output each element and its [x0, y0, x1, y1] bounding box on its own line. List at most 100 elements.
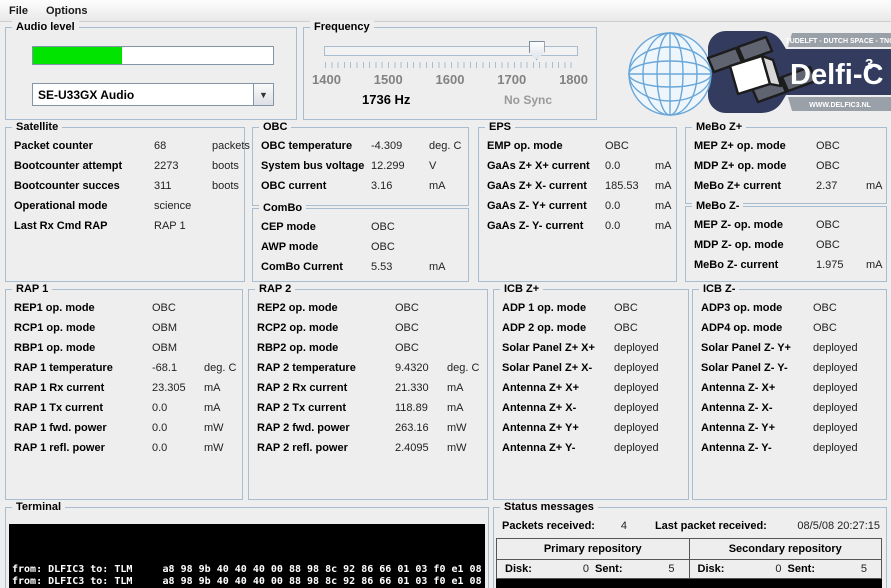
telemetry-value: 21.330 — [395, 382, 447, 394]
terminal-console[interactable]: from: DLFIC3 to: TLM a8 98 9b 40 40 40 0… — [9, 524, 485, 588]
telemetry-value: 185.53 — [605, 180, 655, 192]
telemetry-value: 263.16 — [395, 422, 447, 434]
telemetry-row: EMP op. mode OBC — [479, 136, 676, 156]
telemetry-row: Solar Panel Z+ X- deployed — [494, 358, 688, 378]
telemetry-row: OBC current 3.16 mA — [253, 176, 468, 196]
telemetry-value: deployed — [813, 442, 883, 454]
panel-combo: ComBo CEP mode OBC AWP mode OBC ComBo Cu… — [252, 208, 469, 282]
panel-icb-zplus: ICB Z+ ADP 1 op. mode OBC ADP 2 op. mode… — [493, 289, 689, 500]
telemetry-label: RAP 2 Rx current — [257, 382, 395, 394]
telemetry-unit: mA — [204, 382, 242, 394]
disk-value: 0 — [557, 563, 595, 575]
panel-icb-zminus: ICB Z- ADP3 op. mode OBC ADP4 op. mode O… — [692, 289, 887, 500]
telemetry-label: MDP Z- op. mode — [694, 239, 816, 251]
telemetry-label: Solar Panel Z- Y- — [701, 362, 813, 374]
telemetry-value: 23.305 — [152, 382, 204, 394]
secondary-repository-header: Secondary repository — [689, 539, 882, 560]
telemetry-row: ADP4 op. mode OBC — [693, 318, 886, 338]
menu-bar: File Options — [0, 0, 891, 22]
telemetry-row: Antenna Z+ Y+ deployed — [494, 418, 688, 438]
menu-file[interactable]: File — [0, 2, 37, 20]
telemetry-label: MDP Z+ op. mode — [694, 160, 816, 172]
telemetry-label: Last Rx Cmd RAP — [14, 220, 154, 232]
telemetry-unit: mW — [447, 442, 487, 454]
telemetry-value: RAP 1 — [154, 220, 212, 232]
telemetry-value: OBC — [816, 239, 866, 251]
telemetry-value: 3.16 — [371, 180, 429, 192]
disk-label: Disk: — [505, 563, 557, 575]
panel-terminal: Terminal from: DLFIC3 to: TLM a8 98 9b 4… — [5, 507, 489, 588]
telemetry-row: Last Rx Cmd RAP RAP 1 — [6, 216, 244, 236]
telemetry-row: GaAs Z- Y- current 0.0 mA — [479, 216, 676, 236]
panel-title: MeBo Z+ — [692, 120, 746, 134]
audio-device-value: SE-U33GX Audio — [33, 88, 253, 102]
telemetry-label: GaAs Z+ X+ current — [487, 160, 605, 172]
telemetry-row: RCP1 op. mode OBM — [6, 318, 242, 338]
telemetry-label: RCP2 op. mode — [257, 322, 395, 334]
telemetry-label: Antenna Z- Y+ — [701, 422, 813, 434]
telemetry-row: Antenna Z- Y- deployed — [693, 438, 886, 458]
telemetry-label: ADP3 op. mode — [701, 302, 813, 314]
telemetry-value: OBC — [395, 322, 447, 334]
audio-device-select[interactable]: SE-U33GX Audio ▼ — [32, 83, 274, 106]
telemetry-label: ComBo Current — [261, 261, 371, 273]
telemetry-value: 311 — [154, 180, 212, 192]
telemetry-row: REP1 op. mode OBC — [6, 298, 242, 318]
panel-title: EPS — [485, 120, 515, 134]
telemetry-row: RAP 1 fwd. power 0.0 mW — [6, 418, 242, 438]
telemetry-value: OBC — [371, 241, 429, 253]
telemetry-unit: mA — [655, 200, 676, 212]
telemetry-unit: mA — [447, 382, 487, 394]
telemetry-value: OBC — [816, 160, 866, 172]
panel-title: ComBo — [259, 201, 306, 215]
menu-options[interactable]: Options — [37, 2, 97, 20]
telemetry-row: System bus voltage 12.299 V — [253, 156, 468, 176]
telemetry-unit: mA — [866, 180, 886, 192]
tick-label: 1700 — [497, 72, 526, 87]
telemetry-row: Operational mode science — [6, 196, 244, 216]
telemetry-value: OBC — [605, 140, 655, 152]
telemetry-row: RAP 1 Tx current 0.0 mA — [6, 398, 242, 418]
delfi-c3-logo: TUDELFT - DUTCH SPACE - TNO WWW.DELFIC3.… — [622, 28, 891, 116]
telemetry-label: Bootcounter succes — [14, 180, 154, 192]
telemetry-value: deployed — [614, 362, 684, 374]
tick-label: 1400 — [312, 72, 341, 87]
packets-received-label: Packets received: — [502, 520, 595, 532]
telemetry-unit: mA — [866, 259, 886, 271]
telemetry-unit: mA — [429, 180, 468, 192]
frequency-slider-thumb[interactable] — [529, 41, 545, 60]
telemetry-unit: deg. C — [204, 362, 242, 374]
telemetry-value: 0.0 — [605, 220, 655, 232]
telemetry-label: Solar Panel Z- Y+ — [701, 342, 813, 354]
telemetry-row: GaAs Z+ X- current 185.53 mA — [479, 176, 676, 196]
telemetry-unit: mA — [204, 402, 242, 414]
frequency-tick-labels: 14001500160017001800 — [312, 72, 588, 87]
chevron-down-icon[interactable]: ▼ — [253, 84, 273, 105]
panel-title: MeBo Z- — [692, 199, 743, 213]
telemetry-label: Solar Panel Z+ X+ — [502, 342, 614, 354]
telemetry-label: RBP2 op. mode — [257, 342, 395, 354]
telemetry-row: RAP 1 temperature -68.1 deg. C — [6, 358, 242, 378]
telemetry-row: MEP Z- op. mode OBC — [686, 215, 886, 235]
telemetry-label: Antenna Z+ X- — [502, 402, 614, 414]
panel-title: RAP 2 — [255, 282, 295, 296]
telemetry-label: MeBo Z+ current — [694, 180, 816, 192]
telemetry-label: EMP op. mode — [487, 140, 605, 152]
telemetry-value: OBC — [152, 302, 204, 314]
telemetry-value: 12.299 — [371, 160, 429, 172]
telemetry-label: Antenna Z- X+ — [701, 382, 813, 394]
telemetry-label: GaAs Z- Y+ current — [487, 200, 605, 212]
telemetry-value: OBC — [813, 322, 883, 334]
telemetry-unit: mA — [429, 261, 468, 273]
telemetry-row: MeBo Z- current 1.975 mA — [686, 255, 886, 275]
panel-title: Satellite — [12, 120, 62, 134]
audio-level-meter — [32, 46, 274, 65]
telemetry-row: MDP Z+ op. mode OBC — [686, 156, 886, 176]
telemetry-value: deployed — [614, 442, 684, 454]
telemetry-label: CEP mode — [261, 221, 371, 233]
telemetry-value: OBC — [371, 221, 429, 233]
telemetry-row: RAP 2 fwd. power 263.16 mW — [249, 418, 487, 438]
telemetry-value: OBC — [614, 302, 684, 314]
telemetry-label: System bus voltage — [261, 160, 371, 172]
telemetry-label: OBC current — [261, 180, 371, 192]
